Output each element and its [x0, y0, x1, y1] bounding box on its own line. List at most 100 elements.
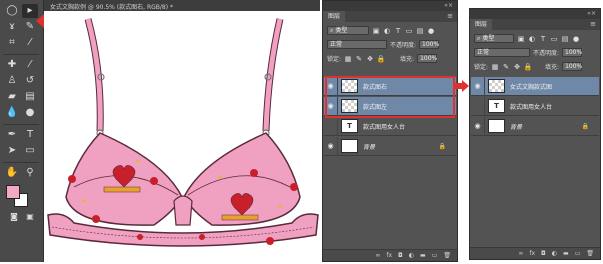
- filter-adjust-icon[interactable]: ◐: [528, 35, 536, 43]
- brush-icon[interactable]: ⁄: [22, 58, 38, 72]
- trash-icon[interactable]: 🗑: [586, 250, 594, 257]
- filter-kind-select[interactable]: ⌕ 类型: [474, 34, 514, 43]
- fx-icon[interactable]: fx: [529, 250, 535, 257]
- fx-icon[interactable]: fx: [386, 252, 392, 259]
- fill-input[interactable]: 100%: [417, 54, 437, 63]
- blur-icon[interactable]: 💧: [4, 106, 20, 120]
- lock-all-icon[interactable]: 🔒: [377, 55, 386, 63]
- fill-label: 填充:: [400, 56, 415, 63]
- fill-input[interactable]: 100%: [562, 62, 582, 71]
- filter-shape-icon[interactable]: ▭: [405, 27, 413, 35]
- layer-thumbnail: [488, 119, 505, 133]
- adjustment-icon[interactable]: ◐: [552, 250, 557, 257]
- lock-all-icon[interactable]: 🔒: [524, 63, 533, 71]
- collapse-icon[interactable]: «×: [587, 10, 596, 17]
- filter-pixel-icon[interactable]: ▣: [372, 27, 380, 35]
- eye-hidden-icon[interactable]: [471, 96, 485, 116]
- lock-label: 锁定:: [474, 64, 489, 71]
- group-icon[interactable]: ▬: [563, 250, 569, 257]
- filter-toggle-icon[interactable]: ●: [572, 35, 580, 43]
- lock-pixels-icon[interactable]: ✎: [502, 63, 510, 71]
- gradient-icon[interactable]: ▤: [22, 90, 38, 104]
- blend-mode-select[interactable]: 正常: [327, 40, 387, 49]
- adjustment-icon[interactable]: ◐: [409, 252, 414, 259]
- mask-icon[interactable]: ◘: [398, 252, 403, 259]
- link-icon[interactable]: ∞: [375, 252, 380, 259]
- eye-icon[interactable]: ◉: [471, 116, 485, 136]
- lock-label: 锁定:: [327, 56, 342, 63]
- dodge-icon[interactable]: ●: [22, 106, 38, 120]
- healing-brush-icon[interactable]: ✚: [4, 58, 20, 72]
- eyedropper-icon[interactable]: ⁄: [22, 36, 38, 50]
- document-title: 女式文胸款例 @ 90.5% (款式图右, RGB/8) *: [50, 4, 173, 11]
- filter-shape-icon[interactable]: ▭: [550, 35, 558, 43]
- path-select-icon[interactable]: ➤: [4, 144, 20, 158]
- blend-mode-select[interactable]: 正常: [474, 48, 530, 57]
- quick-mask-icon[interactable]: ◙: [6, 210, 22, 224]
- layer-row[interactable]: ◉ 背景 🔒: [471, 116, 599, 136]
- eye-hidden-icon[interactable]: [324, 116, 338, 136]
- opacity-label: 不透明度:: [390, 42, 417, 49]
- filter-smart-icon[interactable]: ▤: [561, 35, 569, 43]
- layer-row[interactable]: ◉ 女式文胸款式图: [471, 76, 599, 96]
- type-icon[interactable]: T: [22, 128, 38, 142]
- lock-pixels-icon[interactable]: ✎: [355, 55, 363, 63]
- filter-type-icon[interactable]: T: [394, 27, 402, 35]
- mask-icon[interactable]: ◘: [541, 250, 546, 257]
- lock-transparent-icon[interactable]: ▦: [491, 63, 499, 71]
- hand-icon[interactable]: ✋: [4, 166, 20, 180]
- panel-menu-icon[interactable]: ≡: [590, 20, 596, 28]
- filter-toggle-icon[interactable]: ●: [427, 27, 435, 35]
- layer-row[interactable]: T 款式图用女人台: [471, 96, 599, 116]
- link-icon[interactable]: ∞: [518, 250, 523, 257]
- layers-panel-left: «× 图层 ≡ ⌕ 类型 ▣ ◐ T ▭ ▤ ● 正常 不透明度: 100% 锁…: [322, 0, 458, 262]
- trash-icon[interactable]: 🗑: [443, 252, 451, 259]
- filter-smart-icon[interactable]: ▤: [416, 27, 424, 35]
- panel-footer: ∞ fx ◘ ◐ ▬ ▭ 🗑: [323, 249, 457, 261]
- panel-menu-icon[interactable]: ≡: [447, 12, 453, 20]
- shape-icon[interactable]: ▭: [22, 144, 38, 158]
- eraser-icon[interactable]: ▰: [4, 90, 20, 104]
- opacity-label: 不透明度:: [533, 50, 560, 57]
- canvas[interactable]: [44, 11, 320, 262]
- filter-adjust-icon[interactable]: ◐: [383, 27, 391, 35]
- screen-mode-icon[interactable]: ▣: [22, 210, 38, 224]
- filter-type-icon[interactable]: T: [539, 35, 547, 43]
- toolbox: ◯ ▸ ɤ ✎ ⌗ ⁄ ✚ ⁄ ♙ ↺ ▰ ▤ 💧 ● ✒ T ➤ ▭ ✋ ⚲ …: [0, 0, 44, 262]
- layer-name: 背景: [510, 123, 523, 131]
- group-icon[interactable]: ▬: [420, 252, 426, 259]
- crop-icon[interactable]: ⌗: [4, 36, 20, 50]
- lock-position-icon[interactable]: ✥: [366, 55, 374, 63]
- opacity-input[interactable]: 100%: [562, 48, 582, 57]
- fill-label: 填充:: [545, 64, 560, 71]
- layer-thumbnail: [341, 139, 358, 153]
- filter-pixel-icon[interactable]: ▣: [517, 35, 525, 43]
- new-layer-icon[interactable]: ▭: [432, 252, 438, 259]
- layers-panel-right: «× 图层 ≡ ⌕ 类型 ▣ ◐ T ▭ ▤ ● 正常 不透明度: 100% 锁…: [469, 8, 601, 260]
- layer-name: 款式图用女人台: [363, 123, 406, 131]
- lock-transparent-icon[interactable]: ▦: [344, 55, 352, 63]
- pen-icon[interactable]: ✒: [4, 128, 20, 142]
- tab-layers[interactable]: 图层: [470, 19, 493, 30]
- new-layer-icon[interactable]: ▭: [575, 250, 581, 257]
- zoom-icon[interactable]: ⚲: [22, 166, 38, 180]
- collapse-icon[interactable]: «×: [444, 2, 453, 9]
- eye-icon[interactable]: ◉: [324, 136, 338, 156]
- eye-icon[interactable]: ◉: [471, 76, 485, 96]
- search-icon: ⌕: [330, 27, 334, 34]
- layer-row[interactable]: T 款式图用女人台: [324, 116, 456, 136]
- opacity-input[interactable]: 100%: [419, 40, 439, 49]
- stamp-icon[interactable]: ♙: [4, 74, 20, 88]
- history-brush-icon[interactable]: ↺: [22, 74, 38, 88]
- filter-kind-label: 类型: [482, 35, 495, 42]
- panel-footer: ∞ fx ◘ ◐ ▬ ▭ 🗑: [470, 247, 600, 259]
- layer-row[interactable]: ◉ 背景 🔒: [324, 136, 456, 156]
- foreground-color-swatch-front: [6, 185, 20, 199]
- document-tab[interactable]: 女式文胸款例 @ 90.5% (款式图右, RGB/8) *: [44, 0, 320, 11]
- filter-kind-select[interactable]: ⌕ 类型: [327, 26, 369, 35]
- tab-layers[interactable]: 图层: [323, 11, 346, 22]
- marquee-icon[interactable]: ◯: [4, 4, 20, 18]
- lock-position-icon[interactable]: ✥: [513, 63, 521, 71]
- lasso-icon[interactable]: ɤ: [4, 20, 20, 34]
- layer-name: 背景: [363, 143, 376, 151]
